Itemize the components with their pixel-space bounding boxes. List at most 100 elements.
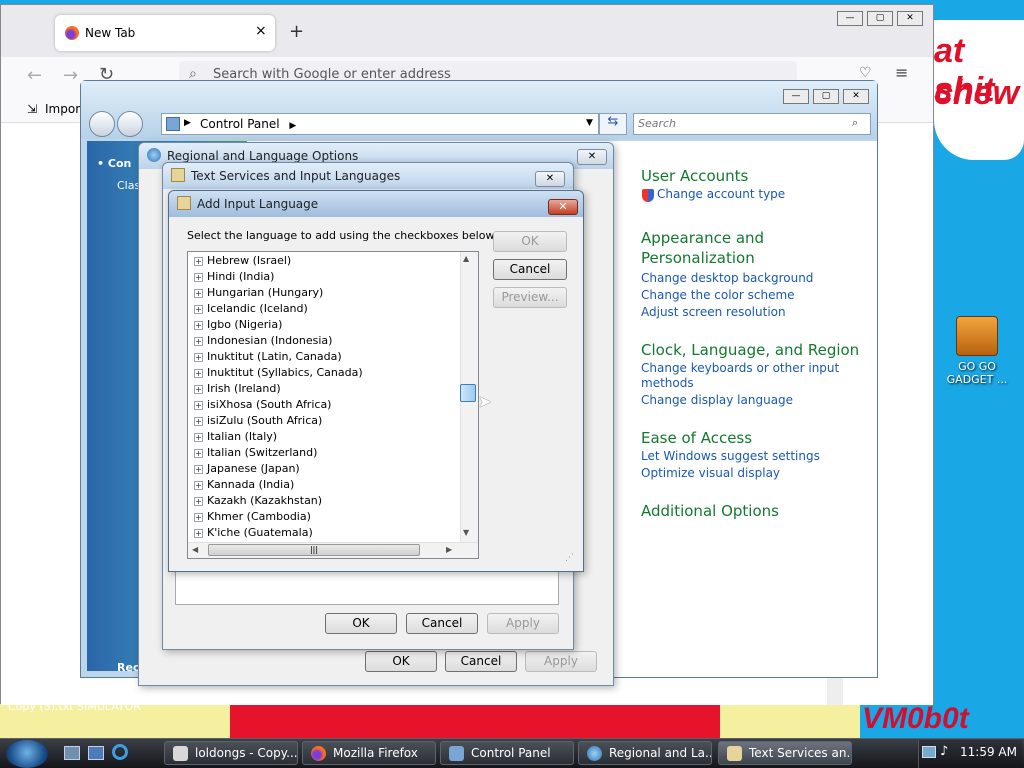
link-change-desktop-background[interactable]: Change desktop background <box>641 271 813 285</box>
import-bookmark[interactable]: Import <box>45 102 85 116</box>
expand-plus-icon[interactable]: + <box>194 464 203 474</box>
category-user-accounts[interactable]: User Accounts <box>641 167 748 185</box>
search-icon[interactable]: ⌕ <box>852 116 858 130</box>
cancel-button[interactable]: Cancel <box>493 259 567 280</box>
scroll-left-icon[interactable]: ◀ <box>192 545 198 554</box>
category-clock-language-region[interactable]: Clock, Language, and Region <box>641 341 859 359</box>
horizontal-scrollbar-thumb[interactable]: ||| <box>208 544 420 556</box>
language-tree-item[interactable]: + Hindi (India) <box>194 270 274 286</box>
language-tree-item[interactable]: + Kazakh (Kazakhstan) <box>194 494 322 510</box>
expand-plus-icon[interactable]: + <box>194 368 203 378</box>
expand-plus-icon[interactable]: + <box>194 448 203 458</box>
expand-plus-icon[interactable]: + <box>194 256 203 266</box>
link-change-account-type[interactable]: Change account type <box>657 187 785 201</box>
close-button[interactable]: ✕ <box>897 11 923 26</box>
clock[interactable]: 11:59 AM <box>960 745 1017 759</box>
link-change-keyboards-line2[interactable]: methods <box>641 376 694 390</box>
link-change-keyboards-line1[interactable]: Change keyboards or other input <box>641 361 839 375</box>
language-tree-item[interactable]: + Hebrew (Israel) <box>194 254 291 270</box>
expand-plus-icon[interactable]: + <box>194 336 203 346</box>
show-desktop-icon[interactable] <box>64 746 80 760</box>
language-tree-item[interactable]: + K'iche (Guatemala) <box>194 526 313 542</box>
ok-button[interactable]: OK <box>325 613 397 634</box>
apply-button[interactable]: Apply <box>487 613 559 634</box>
network-icon[interactable] <box>922 746 936 758</box>
language-tree-item[interactable]: + Igbo (Nigeria) <box>194 318 282 334</box>
category-appearance-line2[interactable]: Personalization <box>641 249 755 267</box>
taskbar-item-firefox[interactable]: Mozilla Firefox <box>302 741 436 765</box>
new-tab-button[interactable]: + <box>289 21 304 42</box>
ok-button[interactable]: OK <box>365 651 437 672</box>
language-tree-item[interactable]: + Inuktitut (Latin, Canada) <box>194 350 342 366</box>
taskbar-item-control-panel[interactable]: Control Panel <box>440 741 574 765</box>
language-tree-item[interactable]: + Kannada (India) <box>194 478 294 494</box>
refresh-button[interactable]: ⇆ <box>599 113 627 135</box>
link-optimize-visual-display[interactable]: Optimize visual display <box>641 466 780 480</box>
cancel-button[interactable]: Cancel <box>445 651 517 672</box>
chevron-down-icon[interactable]: ▼ <box>586 118 593 128</box>
language-tree-item[interactable]: + Khmer (Cambodia) <box>194 510 311 526</box>
pocket-icon[interactable]: ♡ <box>859 65 872 81</box>
category-additional-options[interactable]: Additional Options <box>641 502 779 520</box>
apply-button[interactable]: Apply <box>525 651 597 672</box>
sidebar-link-classic[interactable]: Clas <box>117 179 140 192</box>
link-let-windows-suggest[interactable]: Let Windows suggest settings <box>641 449 820 463</box>
expand-plus-icon[interactable]: + <box>194 496 203 506</box>
expand-plus-icon[interactable]: + <box>194 272 203 282</box>
close-button[interactable]: ✕ <box>577 149 607 165</box>
vertical-scrollbar-thumb[interactable] <box>460 384 476 402</box>
expand-plus-icon[interactable]: + <box>194 512 203 522</box>
category-ease-of-access[interactable]: Ease of Access <box>641 429 752 447</box>
ok-button[interactable]: OK <box>493 231 567 252</box>
expand-plus-icon[interactable]: + <box>194 432 203 442</box>
language-tree-item[interactable]: + Japanese (Japan) <box>194 462 300 478</box>
scroll-down-icon[interactable]: ▼ <box>463 528 469 537</box>
language-tree-item[interactable]: + Italian (Italy) <box>194 430 277 446</box>
back-arrow-icon[interactable]: ← <box>27 65 42 86</box>
taskbar-item-loldongs[interactable]: loldongs - Copy... <box>164 741 298 765</box>
tab-close-button[interactable]: × <box>255 23 267 39</box>
language-tree-item[interactable]: + Italian (Switzerland) <box>194 446 317 462</box>
language-tree-item[interactable]: + isiZulu (South Africa) <box>194 414 322 430</box>
breadcrumb[interactable]: Control Panel <box>200 117 280 131</box>
volume-icon[interactable]: ♪ <box>940 744 948 759</box>
expand-plus-icon[interactable]: + <box>194 288 203 298</box>
forward-arrow-icon[interactable]: → <box>63 65 78 86</box>
language-tree-item[interactable]: + Irish (Ireland) <box>194 382 281 398</box>
link-adjust-screen-resolution[interactable]: Adjust screen resolution <box>641 305 786 319</box>
category-appearance-line1[interactable]: Appearance and <box>641 229 764 247</box>
close-button[interactable]: ✕ <box>548 199 578 215</box>
language-tree-item[interactable]: + isiXhosa (South Africa) <box>194 398 331 414</box>
language-tree-item[interactable]: + Icelandic (Iceland) <box>194 302 308 318</box>
expand-plus-icon[interactable]: + <box>194 400 203 410</box>
tab-new-tab[interactable]: New Tab × <box>55 15 275 51</box>
link-change-color-scheme[interactable]: Change the color scheme <box>641 288 795 302</box>
scroll-right-icon[interactable]: ▶ <box>446 545 452 554</box>
expand-plus-icon[interactable]: + <box>194 352 203 362</box>
expand-plus-icon[interactable]: + <box>194 320 203 330</box>
expand-plus-icon[interactable]: + <box>194 416 203 426</box>
maximize-button[interactable]: ▢ <box>867 11 893 26</box>
back-button[interactable] <box>89 111 115 137</box>
preview-button[interactable]: Preview... <box>493 287 567 308</box>
expand-plus-icon[interactable]: + <box>194 384 203 394</box>
link-change-display-language[interactable]: Change display language <box>641 393 793 407</box>
search-input[interactable]: Search ⌕ <box>633 113 871 135</box>
menu-icon[interactable]: ≡ <box>895 63 908 82</box>
cancel-button[interactable]: Cancel <box>406 613 478 634</box>
taskbar-item-text-services[interactable]: Text Services an... <box>718 741 852 765</box>
sidebar-title[interactable]: • Con <box>97 157 131 170</box>
minimize-button[interactable]: — <box>837 11 863 26</box>
language-tree[interactable]: + Hebrew (Israel) + Hindi (India) + Hungarian… <box>187 251 479 559</box>
start-button[interactable] <box>6 740 48 768</box>
switch-windows-icon[interactable] <box>88 746 104 760</box>
close-button[interactable]: ✕ <box>535 171 565 187</box>
internet-explorer-icon[interactable] <box>112 744 128 760</box>
desktop-icon-gadget[interactable]: GO GO GADGET ... <box>944 316 1010 386</box>
taskbar-item-regional[interactable]: Regional and La... <box>578 741 712 765</box>
cp-minimize-button[interactable]: — <box>783 89 809 104</box>
cp-maximize-button[interactable]: ▢ <box>813 89 839 104</box>
expand-plus-icon[interactable]: + <box>194 528 203 538</box>
forward-button[interactable] <box>117 111 143 137</box>
language-tree-item[interactable]: + Inuktitut (Syllabics, Canada) <box>194 366 363 382</box>
